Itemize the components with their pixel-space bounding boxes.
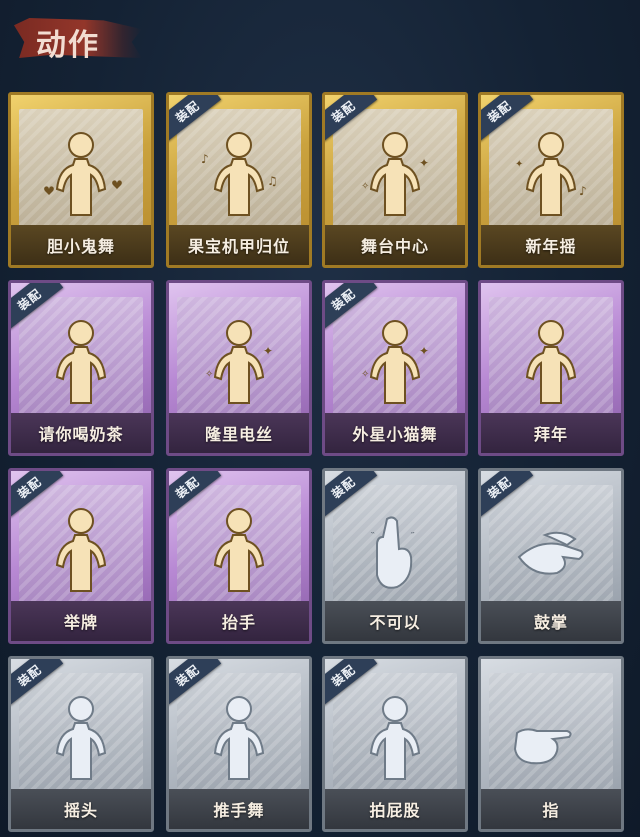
figure-bending-icon xyxy=(349,693,441,785)
card-footer: 推手舞 xyxy=(169,789,309,829)
figure-hearts-icon xyxy=(35,129,127,221)
emote-name: 鼓掌 xyxy=(533,613,568,632)
emote-name: 摇头 xyxy=(63,801,98,820)
emote-card[interactable]: 举牌 装配 xyxy=(8,468,154,644)
emote-name: 隆里电丝 xyxy=(204,425,273,444)
figure-placard-icon xyxy=(35,505,127,597)
emote-card[interactable]: 鼓掌 装配 xyxy=(478,468,624,644)
svg-text:˶: ˶ xyxy=(410,527,415,538)
figure-push-hands-icon xyxy=(193,693,285,785)
section-title: 动作 xyxy=(36,28,100,63)
emote-name: 举牌 xyxy=(63,613,98,632)
emote-card[interactable]: ♪ ♫ 果宝机甲归位 装配 xyxy=(166,92,312,268)
svg-text:♪: ♪ xyxy=(579,184,587,198)
figure-pointing-icon: ✦ ✧ xyxy=(193,317,285,409)
emote-card[interactable]: 推手舞 装配 xyxy=(166,656,312,832)
svg-text:♪: ♪ xyxy=(201,152,209,166)
card-footer: 拜年 xyxy=(481,413,621,453)
figure-music-notes-icon: ♪ ♫ xyxy=(193,129,285,221)
svg-text:✧: ✧ xyxy=(205,369,213,380)
emote-name: 不可以 xyxy=(369,613,421,632)
svg-text:✦: ✦ xyxy=(419,156,429,170)
emote-name: 指 xyxy=(542,801,560,820)
card-footer: 鼓掌 xyxy=(481,601,621,641)
svg-text:˵: ˵ xyxy=(370,527,375,538)
card-footer: 胆小鬼舞 xyxy=(11,225,151,265)
card-footer: 举牌 xyxy=(11,601,151,641)
card-footer: 拍屁股 xyxy=(325,789,465,829)
emote-grid: 胆小鬼舞 ♪ ♫ 果宝机甲归位 装配 ✦ ✧ 舞台中心 装配 ✦ ♪ 新年摇 装配 请你喝奶茶 装配 ✦ ✧ 隆里… xyxy=(8,92,632,832)
clapping-hands-icon xyxy=(505,505,597,597)
emote-name: 推手舞 xyxy=(213,801,265,820)
figure-clasped-hands-icon: ✦ ♪ xyxy=(505,129,597,221)
card-footer: 新年摇 xyxy=(481,225,621,265)
emote-card[interactable]: ˵ ˶ 不可以 装配 xyxy=(322,468,468,644)
emote-card[interactable]: ✦ ✧ 外星小猫舞 装配 xyxy=(322,280,468,456)
svg-text:✦: ✦ xyxy=(263,344,273,358)
card-footer: 舞台中心 xyxy=(325,225,465,265)
emote-name: 外星小猫舞 xyxy=(352,425,438,444)
figure-raise-hand-icon xyxy=(193,505,285,597)
emote-name: 请你喝奶茶 xyxy=(38,425,124,444)
section-header: 动作 xyxy=(14,14,146,63)
emote-card[interactable]: ✦ ✧ 舞台中心 装配 xyxy=(322,92,468,268)
figure-greeting-icon xyxy=(505,317,597,409)
card-footer: 果宝机甲归位 xyxy=(169,225,309,265)
pointing-hand-icon xyxy=(505,693,597,785)
emote-card[interactable]: 拍屁股 装配 xyxy=(322,656,468,832)
figure-sparkles-icon: ✦ ✧ xyxy=(349,129,441,221)
svg-text:✧: ✧ xyxy=(361,181,369,192)
emote-name: 抬手 xyxy=(221,613,256,632)
card-footer: 外星小猫舞 xyxy=(325,413,465,453)
emote-card[interactable]: ✦ ✧ 隆里电丝 xyxy=(166,280,312,456)
card-footer: 指 xyxy=(481,789,621,829)
emote-name: 拍屁股 xyxy=(369,801,421,820)
figure-dancing-icon: ✦ ✧ xyxy=(349,317,441,409)
figure-holding-sign-icon xyxy=(35,317,127,409)
emote-name: 胆小鬼舞 xyxy=(46,237,115,256)
emote-card[interactable]: 拜年 xyxy=(478,280,624,456)
emote-card[interactable]: ✦ ♪ 新年摇 装配 xyxy=(478,92,624,268)
emote-card[interactable]: 请你喝奶茶 装配 xyxy=(8,280,154,456)
card-footer: 抬手 xyxy=(169,601,309,641)
emote-card[interactable]: 抬手 装配 xyxy=(166,468,312,644)
figure-shake-head-icon xyxy=(35,693,127,785)
emote-card[interactable]: 指 xyxy=(478,656,624,832)
card-footer: 隆里电丝 xyxy=(169,413,309,453)
emote-name: 新年摇 xyxy=(525,237,577,256)
card-footer: 不可以 xyxy=(325,601,465,641)
svg-text:♫: ♫ xyxy=(267,174,278,188)
emote-name: 拜年 xyxy=(533,425,568,444)
emote-card[interactable]: 摇头 装配 xyxy=(8,656,154,832)
card-footer: 请你喝奶茶 xyxy=(11,413,151,453)
emote-name: 舞台中心 xyxy=(360,237,429,256)
card-footer: 摇头 xyxy=(11,789,151,829)
svg-text:✧: ✧ xyxy=(361,369,369,380)
finger-wag-icon: ˵ ˶ xyxy=(349,505,441,597)
emote-card[interactable]: 胆小鬼舞 xyxy=(8,92,154,268)
svg-text:✦: ✦ xyxy=(419,344,429,358)
svg-text:✦: ✦ xyxy=(515,159,523,170)
emote-name: 果宝机甲归位 xyxy=(187,237,290,256)
